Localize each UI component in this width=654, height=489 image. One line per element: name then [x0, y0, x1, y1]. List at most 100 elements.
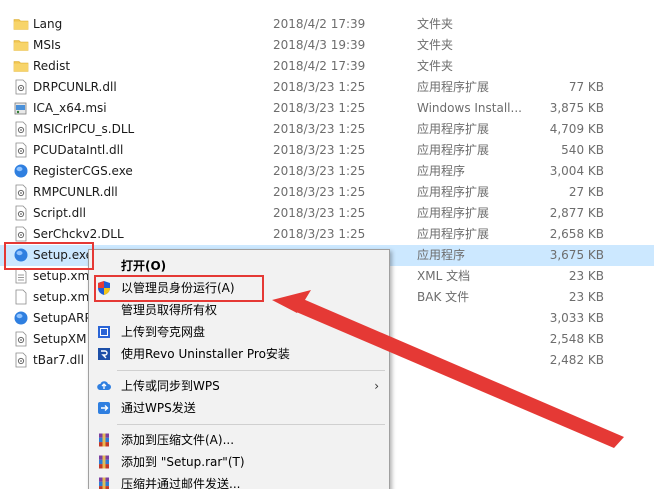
- file-size: 2,658 KB: [549, 227, 604, 241]
- file-type: 文件夹: [417, 17, 454, 31]
- file-name: PCUDataIntl.dll: [33, 143, 124, 157]
- folder-icon: [13, 58, 29, 74]
- dll-icon: [13, 79, 29, 95]
- file-type: 应用程序扩展: [417, 185, 490, 199]
- file-name: RegisterCGS.exe: [33, 164, 133, 178]
- file-row[interactable]: MSICrlPCU_s.DLL 2018/3/23 1:25 应用程序扩展 4,709…: [0, 119, 654, 140]
- file-date: 2018/3/23 1:25: [273, 143, 366, 157]
- dll-icon: [13, 226, 29, 242]
- file-size: 23 KB: [568, 269, 604, 283]
- file-size: 3,033 KB: [549, 311, 604, 325]
- file-type: 应用程序扩展: [417, 206, 490, 220]
- menu-separator: [117, 370, 385, 371]
- folder-icon: [13, 16, 29, 32]
- file-name: SetupXM: [33, 332, 87, 346]
- bak-icon: [13, 289, 29, 305]
- file-date: 2018/4/2 17:39: [273, 59, 366, 73]
- xml-icon: [13, 268, 29, 284]
- file-type: Windows Install...: [417, 101, 522, 115]
- file-row[interactable]: Redist 2018/4/2 17:39 文件夹: [0, 56, 654, 77]
- menu-label: 打开(O): [121, 259, 167, 273]
- file-row[interactable]: ICA_x64.msi 2018/3/23 1:25 Windows Install…: [0, 98, 654, 119]
- wps-cloud-upload-icon: [96, 378, 112, 394]
- menu-label: 通过WPS发送: [121, 401, 196, 415]
- annotation-box-run-as-admin: [94, 275, 264, 302]
- file-date: 2018/3/23 1:25: [273, 101, 366, 115]
- winrar-icon: [96, 432, 112, 448]
- wps-send-icon: [96, 400, 112, 416]
- exe-icon: [13, 163, 29, 179]
- file-name: setup.xm: [33, 290, 90, 304]
- menu-label: 添加到压缩文件(A)...: [121, 433, 235, 447]
- file-row[interactable]: MSIs 2018/4/3 19:39 文件夹: [0, 35, 654, 56]
- file-type: XML 文档: [417, 269, 471, 283]
- file-row[interactable]: SerChckv2.DLL 2018/3/23 1:25 应用程序扩展 2,658 K…: [0, 224, 654, 245]
- file-size: 2,877 KB: [549, 206, 604, 220]
- file-name: Redist: [33, 59, 71, 73]
- menu-open[interactable]: 打开(O): [89, 255, 389, 277]
- msi-icon: [13, 100, 29, 116]
- winrar-icon: [96, 476, 112, 489]
- file-date: 2018/3/23 1:25: [273, 206, 366, 220]
- revo-uninstaller-icon: [96, 346, 112, 362]
- file-date: 2018/4/2 17:39: [273, 17, 366, 31]
- file-row[interactable]: RegisterCGS.exe 2018/3/23 1:25 应用程序 3,004 K…: [0, 161, 654, 182]
- menu-compress-email[interactable]: 压缩并通过邮件发送...: [89, 473, 389, 489]
- file-name: SetupARP: [33, 311, 92, 325]
- menu-label: 使用Revo Uninstaller Pro安装: [121, 347, 290, 361]
- menu-add-setup-rar[interactable]: 添加到 "Setup.rar"(T): [89, 451, 389, 473]
- dll-icon: [13, 331, 29, 347]
- file-type: 应用程序扩展: [417, 143, 490, 157]
- file-type: 应用程序扩展: [417, 80, 490, 94]
- file-date: 2018/4/3 19:39: [273, 38, 366, 52]
- file-name: MSICrlPCU_s.DLL: [33, 122, 135, 136]
- file-date: 2018/3/23 1:25: [273, 227, 366, 241]
- file-size: 3,875 KB: [549, 101, 604, 115]
- file-name: ICA_x64.msi: [33, 101, 107, 115]
- exe-icon: [13, 310, 29, 326]
- file-size: 77 KB: [568, 80, 604, 94]
- menu-label: 上传或同步到WPS: [121, 379, 220, 393]
- file-size: 4,709 KB: [549, 122, 604, 136]
- file-date: 2018/3/23 1:25: [273, 122, 366, 136]
- file-row[interactable]: Lang 2018/4/2 17:39 文件夹: [0, 14, 654, 35]
- file-name: Lang: [33, 17, 63, 31]
- dll-icon: [13, 142, 29, 158]
- file-name: tBar7.dll: [33, 353, 84, 367]
- file-row[interactable]: Script.dll 2018/3/23 1:25 应用程序扩展 2,877 KB: [0, 203, 654, 224]
- file-type: 应用程序: [417, 248, 466, 262]
- dll-icon: [13, 205, 29, 221]
- dll-icon: [13, 121, 29, 137]
- menu-wps-send[interactable]: 通过WPS发送: [89, 397, 389, 419]
- menu-upload-quark[interactable]: 上传到夸克网盘: [89, 321, 389, 343]
- explorer-window: Lang 2018/4/2 17:39 文件夹 MSIs 2018/4/3 19:39 文…: [0, 0, 654, 489]
- winrar-icon: [96, 454, 112, 470]
- file-size: 3,004 KB: [549, 164, 604, 178]
- annotation-box-setup-exe: [4, 242, 94, 270]
- quark-cloud-icon: [96, 324, 112, 340]
- file-size: 27 KB: [568, 185, 604, 199]
- file-name: MSIs: [33, 38, 61, 52]
- file-size: 2,482 KB: [549, 353, 604, 367]
- menu-label: 上传到夸克网盘: [121, 325, 206, 339]
- folder-icon: [13, 37, 29, 53]
- file-date: 2018/3/23 1:25: [273, 80, 366, 94]
- menu-separator: [117, 424, 385, 425]
- file-size: 2,548 KB: [549, 332, 604, 346]
- menu-take-ownership[interactable]: 管理员取得所有权: [89, 299, 389, 321]
- dll-icon: [13, 184, 29, 200]
- file-size: 3,675 KB: [549, 248, 604, 262]
- chevron-right-icon: ›: [374, 379, 379, 393]
- file-size: 23 KB: [568, 290, 604, 304]
- file-type: BAK 文件: [417, 290, 470, 304]
- file-type: 应用程序扩展: [417, 227, 490, 241]
- file-row[interactable]: RMPCUNLR.dll 2018/3/23 1:25 应用程序扩展 27 KB: [0, 182, 654, 203]
- file-row[interactable]: PCUDataIntl.dll 2018/3/23 1:25 应用程序扩展 540 K…: [0, 140, 654, 161]
- file-row[interactable]: DRPCUNLR.dll 2018/3/23 1:25 应用程序扩展 77 KB: [0, 77, 654, 98]
- menu-add-archive[interactable]: 添加到压缩文件(A)...: [89, 429, 389, 451]
- menu-label: 管理员取得所有权: [121, 303, 218, 317]
- menu-wps-sync[interactable]: 上传或同步到WPS ›: [89, 375, 389, 397]
- menu-revo-install[interactable]: 使用Revo Uninstaller Pro安装: [89, 343, 389, 365]
- file-name: Script.dll: [33, 206, 86, 220]
- menu-label: 添加到 "Setup.rar"(T): [121, 455, 245, 469]
